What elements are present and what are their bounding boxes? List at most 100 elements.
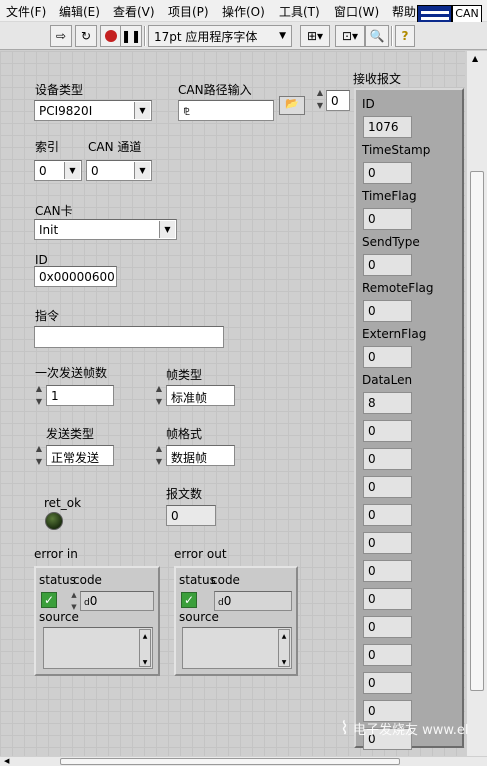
menu-view[interactable]: 查看(V) [113, 3, 155, 20]
error-out-source-label: source [179, 610, 219, 624]
run-arrow-icon[interactable]: ⇨ [50, 25, 72, 47]
error-out-source-field: ▲ ▼ [182, 627, 292, 669]
help-icon[interactable]: ? [395, 25, 415, 47]
error-in-code-spinner[interactable]: ▲ ▼ [68, 591, 80, 611]
pause-icon[interactable]: ❚❚ [120, 25, 142, 47]
menu-operate[interactable]: 操作(O) [222, 3, 265, 20]
frame-format-ring[interactable]: 数据帧 [166, 445, 235, 466]
error-in-source-field[interactable]: ▲ ▼ [43, 627, 153, 669]
recv-field-value: 0 [363, 162, 412, 184]
spin-down-icon[interactable]: ▼ [36, 397, 42, 406]
path-index-value: 0 [331, 94, 339, 108]
search-icon[interactable]: 🔍 [365, 25, 389, 47]
horizontal-scrollbar[interactable]: ◀ [0, 756, 487, 766]
scroll-up-icon[interactable]: ▲ [472, 54, 478, 63]
send-type-spinner[interactable]: ▲ ▼ [33, 444, 45, 466]
recv-field-value-text: 1076 [368, 120, 399, 134]
scrollbar-thumb[interactable] [470, 171, 484, 691]
data-byte-text: 0 [368, 676, 376, 690]
data-byte-value: 0 [363, 616, 412, 638]
browse-folder-icon[interactable]: 📂 [279, 96, 305, 115]
spin-up-icon[interactable]: ▲ [317, 88, 323, 97]
run-continuous-icon[interactable]: ↻ [75, 25, 97, 47]
scrollbar-thumb[interactable] [60, 758, 400, 765]
spin-down-icon[interactable]: ▼ [36, 457, 42, 466]
data-byte-text: 0 [368, 452, 376, 466]
spin-down-icon[interactable]: ▼ [317, 101, 323, 110]
scroll-left-icon[interactable]: ◀ [4, 757, 9, 765]
send-type-label: 发送类型 [46, 427, 95, 441]
menu-help[interactable]: 帮助 [392, 3, 416, 20]
spin-up-icon[interactable]: ▲ [156, 384, 162, 393]
vertical-scrollbar[interactable]: ▲ [466, 51, 487, 756]
frames-once-input[interactable]: 1 [46, 385, 114, 406]
spin-down-icon[interactable]: ▼ [156, 397, 162, 406]
scrollbar[interactable]: ▲ ▼ [278, 629, 290, 667]
menu-window[interactable]: 窗口(W) [334, 3, 379, 20]
frame-type-label: 帧类型 [166, 368, 203, 382]
menu-tools[interactable]: 工具(T) [279, 3, 320, 20]
path-index-field[interactable]: 0 [326, 90, 350, 111]
command-input[interactable] [34, 326, 224, 348]
error-in-status-checkbox[interactable]: ✓ [41, 592, 57, 608]
error-out-code-value: 0 [223, 594, 232, 608]
watermark-logo-icon: ⌇ [340, 718, 349, 739]
recv-field-label: ExternFlag [362, 327, 427, 341]
spin-down-icon[interactable]: ▼ [156, 457, 162, 466]
recv-field-value: 0 [363, 208, 412, 230]
align-objects-icon[interactable]: ⊞▾ [300, 25, 330, 47]
error-out-status-indicator: ✓ [181, 592, 197, 608]
spin-up-icon[interactable]: ▲ [71, 591, 76, 599]
recv-field-value: 1076 [363, 116, 412, 138]
chevron-down-icon: ▼ [134, 102, 150, 119]
can-logo-text: CAN [455, 7, 479, 20]
index-value: 0 [39, 164, 47, 178]
id-label: ID [35, 253, 48, 267]
path-spinner[interactable]: ▲ ▼ [314, 88, 326, 110]
send-type-ring[interactable]: 正常发送 [46, 445, 114, 466]
channel-value: 0 [91, 164, 99, 178]
frame-format-spinner[interactable]: ▲ ▼ [153, 444, 165, 466]
id-input[interactable]: 0x00000600 [34, 266, 117, 287]
data-byte-text: 0 [368, 424, 376, 438]
recv-field-label: SendType [362, 235, 420, 249]
can-path-input[interactable]: ⅊ [178, 100, 274, 121]
device-type-select[interactable]: PCI9820I ▼ [34, 100, 152, 121]
distribute-objects-icon[interactable]: ⊡▾ [335, 25, 365, 47]
menu-bar: 文件(F) 编辑(E) 查看(V) 项目(P) 操作(O) 工具(T) 窗口(W… [0, 0, 487, 22]
data-byte-value: 0 [363, 476, 412, 498]
data-byte-value: 0 [363, 588, 412, 610]
error-in-code-field[interactable]: d0 [80, 591, 154, 611]
can-card-select[interactable]: Init ▼ [34, 219, 177, 240]
data-byte-value: 0 [363, 504, 412, 526]
recv-field-label: TimeFlag [362, 189, 417, 203]
frame-type-ring[interactable]: 标准帧 [166, 385, 235, 406]
can-card-label: CAN卡 [35, 204, 73, 218]
menu-edit[interactable]: 编辑(E) [59, 3, 100, 20]
data-byte-text: 0 [368, 508, 376, 522]
index-label: 索引 [35, 140, 60, 154]
frame-format-value: 数据帧 [171, 451, 208, 465]
channel-select[interactable]: 0 ▼ [86, 160, 152, 181]
index-select[interactable]: 0 ▼ [34, 160, 82, 181]
error-out-code-field: d0 [214, 591, 292, 611]
scrollbar[interactable]: ▲ ▼ [139, 629, 151, 667]
ret-ok-label: ret_ok [44, 496, 82, 510]
error-in-source-label: source [39, 610, 79, 624]
recv-label: 接收报文 [353, 72, 402, 86]
recv-field-value-text: 0 [368, 212, 376, 226]
spin-up-icon[interactable]: ▲ [36, 384, 42, 393]
spin-up-icon[interactable]: ▲ [36, 444, 42, 453]
recv-field-value-text: 0 [368, 350, 376, 364]
recv-field-value: 0 [363, 300, 412, 322]
menu-file[interactable]: 文件(F) [6, 3, 46, 20]
font-select[interactable]: 17pt 应用程序字体 ▼ [148, 25, 292, 47]
watermark-text: 电子发烧友 www.elecfans.com [352, 723, 468, 738]
frames-spinner[interactable]: ▲ ▼ [33, 384, 45, 406]
frame-type-spinner[interactable]: ▲ ▼ [153, 384, 165, 406]
spin-up-icon[interactable]: ▲ [156, 444, 162, 453]
can-card-value: Init [39, 223, 59, 237]
data-byte-text: 0 [368, 648, 376, 662]
menu-project[interactable]: 项目(P) [168, 3, 209, 20]
abort-icon[interactable] [100, 25, 122, 47]
